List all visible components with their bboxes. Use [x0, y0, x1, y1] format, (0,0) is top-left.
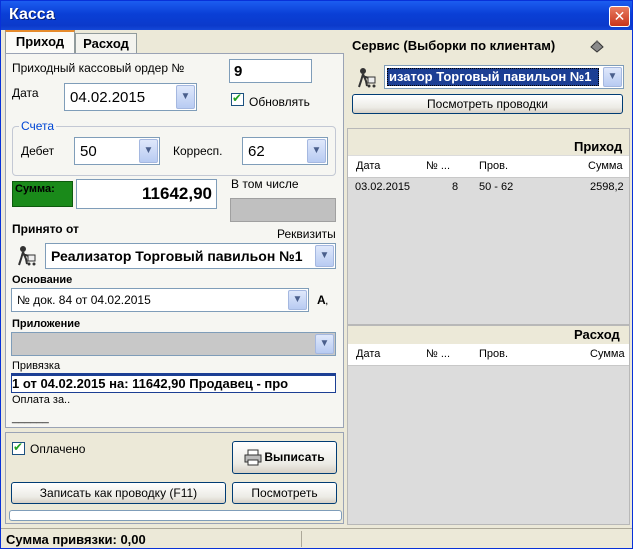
basis-value: № док. 84 от 04.02.2015: [17, 293, 151, 307]
close-button[interactable]: ✕: [609, 6, 630, 27]
date-value: 04.02.2015: [70, 89, 146, 106]
font-a-icon[interactable]: A,: [317, 293, 328, 307]
accounts-legend: Счета: [19, 119, 57, 133]
corr-value: 62: [248, 143, 265, 160]
order-label: Приходный кассовый ордер №: [12, 61, 185, 75]
tab-prihod-label: Приход: [15, 34, 65, 49]
status-bar: Сумма привязки: 0,00: [1, 528, 632, 548]
dropdown-arrow-icon[interactable]: ▼: [315, 245, 334, 267]
col-prov: Пров.: [479, 348, 509, 360]
col-num: № ...: [426, 348, 451, 360]
attachment-select[interactable]: ▼: [11, 332, 336, 356]
tab-prihod[interactable]: Приход: [5, 30, 75, 54]
received-from-value: Реализатор Торговый павильон №1: [51, 248, 303, 264]
corr-label: Корресп.: [173, 144, 223, 158]
income-grid-title: Приход: [574, 139, 623, 154]
dropdown-arrow-icon[interactable]: ▼: [307, 139, 326, 163]
issue-button[interactable]: Выписать: [232, 441, 337, 474]
col-num: № ...: [426, 160, 451, 172]
title-bar[interactable]: Касса ✕: [1, 1, 632, 30]
corr-select[interactable]: 62 ▼: [242, 137, 328, 165]
stamp-icon[interactable]: [588, 38, 606, 54]
payment-for-underline: ______: [12, 412, 49, 424]
binding-label: Привязка: [12, 360, 61, 372]
person-cart-icon[interactable]: [15, 245, 37, 267]
debit-value: 50: [80, 143, 97, 160]
update-checkbox[interactable]: [231, 91, 244, 106]
post-as-entry-label: Записать как проводку (F11): [39, 486, 198, 500]
col-date: Дата: [356, 348, 381, 360]
sum-label: Сумма:: [15, 183, 55, 195]
row-sum: 2598,2: [590, 181, 624, 193]
progress-bar: [9, 510, 342, 521]
row-date: 03.02.2015: [355, 181, 411, 193]
dropdown-arrow-icon[interactable]: ▼: [139, 139, 158, 163]
payment-for-label: Оплата за..: [12, 394, 71, 406]
col-sum: Сумма: [588, 160, 623, 172]
details-label: Реквизиты: [277, 227, 336, 241]
paid-label: Оплачено: [30, 442, 86, 456]
expense-grid-title: Расход: [574, 327, 620, 342]
sum-label-box: Сумма:: [12, 181, 73, 207]
view-button-label: Посмотреть: [251, 486, 318, 500]
post-as-entry-button[interactable]: Записать как проводку (F11): [11, 482, 226, 504]
binding-field[interactable]: 1 от 04.02.2015 на: 11642,90 Продавец - …: [11, 373, 336, 393]
binding-sum-status: Сумма привязки: 0,00: [6, 532, 146, 547]
tab-rashod[interactable]: Расход: [75, 33, 137, 53]
debit-label: Дебет: [21, 144, 55, 158]
row-num: 8: [452, 181, 459, 193]
dropdown-arrow-icon[interactable]: ▼: [603, 67, 622, 87]
received-from-label: Принято от: [12, 222, 79, 236]
issue-button-label: Выписать: [264, 450, 325, 464]
dropdown-arrow-icon[interactable]: ▼: [176, 85, 195, 109]
basis-label: Основание: [12, 274, 73, 286]
view-button[interactable]: Посмотреть: [232, 482, 337, 504]
sum-field[interactable]: 11642,90: [76, 179, 217, 209]
person-cart-icon[interactable]: [355, 67, 377, 89]
sum-value: 11642,90: [142, 184, 212, 203]
tab-rashod-label: Расход: [83, 36, 129, 51]
order-number-field[interactable]: 9: [229, 59, 312, 83]
binding-value: 1 от 04.02.2015 на: 11642,90 Продавец - …: [12, 376, 289, 391]
client-select[interactable]: изатор Торговый павильон №1 ▼: [384, 65, 624, 89]
order-number-value: 9: [234, 63, 243, 80]
client-value: изатор Торговый павильон №1: [389, 69, 592, 84]
date-label: Дата: [12, 86, 39, 100]
col-date: Дата: [356, 160, 381, 172]
kassa-window: Касса ✕ Приход Расход Приходный кассовый…: [0, 0, 633, 549]
paid-checkbox[interactable]: [12, 440, 25, 455]
expense-grid-header: Дата № ... Пров. Сумма: [348, 344, 629, 366]
service-title: Сервис (Выборки по клиентам): [352, 38, 556, 53]
including-field: [230, 198, 336, 222]
window-title: Касса: [9, 6, 55, 23]
col-sum: Сумма: [590, 348, 625, 360]
printer-icon: [244, 449, 262, 466]
dropdown-arrow-icon[interactable]: ▼: [288, 290, 307, 310]
col-prov: Пров.: [479, 160, 509, 172]
received-from-select[interactable]: Реализатор Торговый павильон №1 ▼: [45, 243, 336, 269]
debit-select[interactable]: 50 ▼: [74, 137, 160, 165]
dropdown-arrow-icon[interactable]: ▼: [315, 334, 334, 354]
including-label: В том числе: [231, 177, 299, 191]
date-picker[interactable]: 04.02.2015 ▼: [64, 83, 197, 111]
row-prov: 50 - 62: [479, 181, 514, 193]
update-label: Обновлять: [249, 95, 310, 109]
table-row[interactable]: 03.02.2015 8 50 - 62 2598,2: [348, 180, 629, 198]
basis-select[interactable]: № док. 84 от 04.02.2015 ▼: [11, 288, 309, 312]
view-postings-button[interactable]: Посмотреть проводки: [352, 94, 623, 114]
status-divider: [301, 531, 302, 547]
view-postings-label: Посмотреть проводки: [427, 97, 548, 111]
close-icon: ✕: [613, 8, 626, 24]
attachment-label: Приложение: [12, 318, 81, 330]
income-grid-header: Дата № ... Пров. Сумма: [348, 156, 629, 178]
